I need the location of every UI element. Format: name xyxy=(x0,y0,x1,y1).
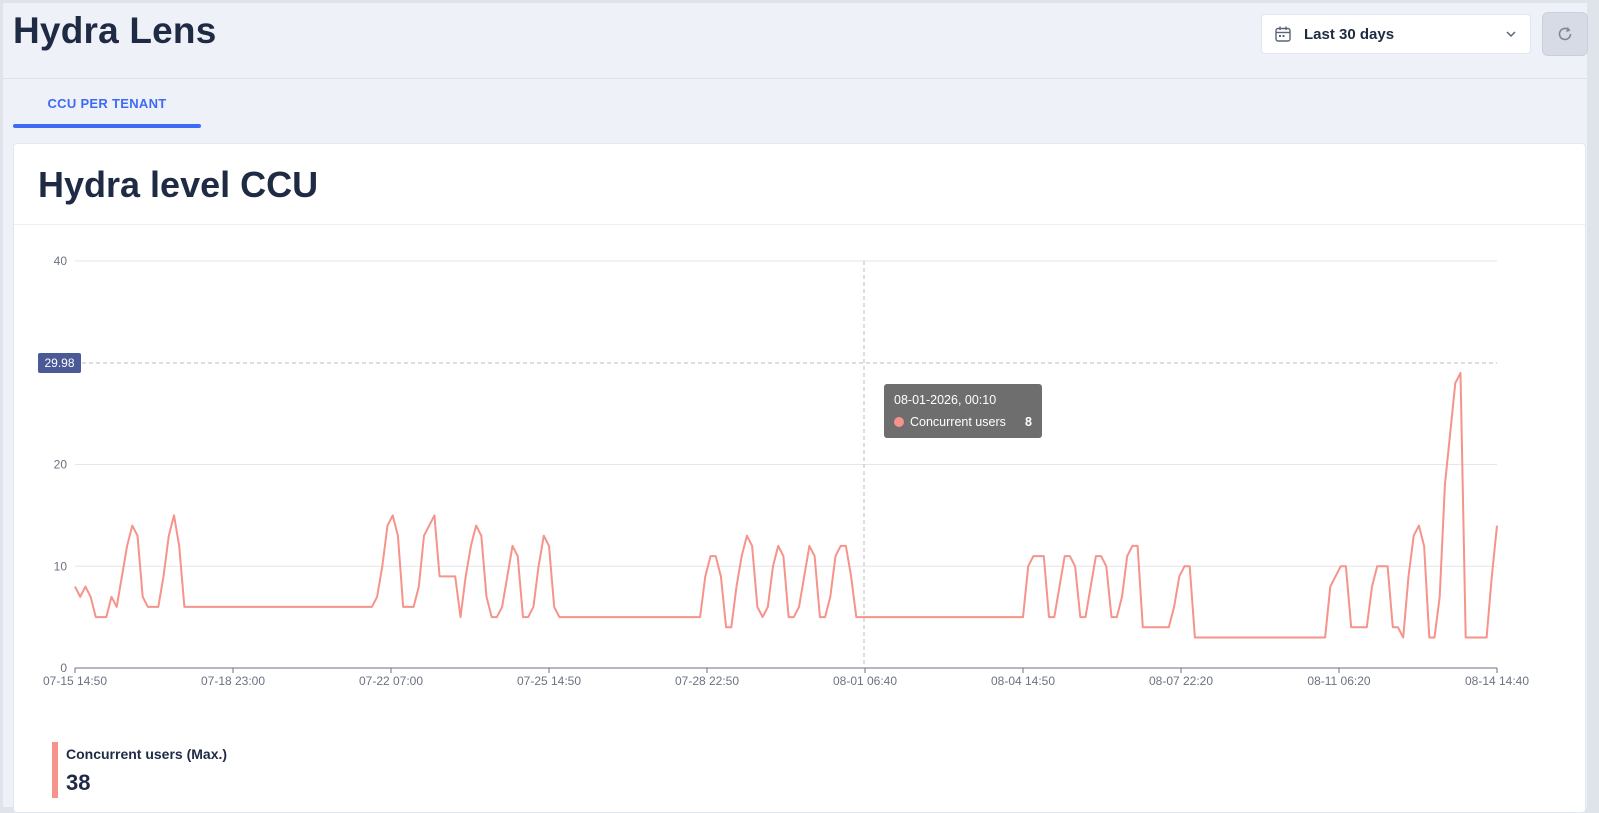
tooltip-time: 08-01-2026, 00:10 xyxy=(894,393,996,407)
x-tick-label: 08-14 14:40 xyxy=(1465,674,1529,688)
x-tick-label: 08-04 14:50 xyxy=(991,674,1055,688)
refresh-button[interactable] xyxy=(1542,12,1588,56)
app-title: Hydra Lens xyxy=(13,10,217,51)
refresh-icon xyxy=(1558,27,1572,41)
tooltip-series-name: Concurrent users xyxy=(910,415,1006,429)
chevron-down-icon xyxy=(1506,31,1516,38)
date-range-value: Last 30 days xyxy=(1304,25,1395,43)
legend-series-name: Concurrent users (Max.) xyxy=(66,746,228,762)
x-tick-label: 07-15 14:50 xyxy=(43,674,107,688)
y-tick-label: 40 xyxy=(54,254,68,268)
tab-active-indicator xyxy=(13,124,201,128)
legend: Concurrent users (Max.) 38 xyxy=(52,742,352,800)
date-range-picker[interactable]: Last 30 days xyxy=(1261,14,1531,54)
y-tick-label: 10 xyxy=(54,559,68,573)
x-tick-label: 08-01 06:40 xyxy=(833,674,897,688)
tab-label: CCU PER TENANT xyxy=(47,96,167,111)
reference-badge-label: 29.98 xyxy=(44,356,74,370)
ccu-card: Hydra level CCU 0 10 20 40 07-15 14:50 07-18 … xyxy=(13,143,1586,813)
x-tick-label: 07-25 14:50 xyxy=(517,674,581,688)
y-tick-label: 0 xyxy=(60,661,67,675)
x-tick-label: 07-28 22:50 xyxy=(675,674,739,688)
y-tick-label: 20 xyxy=(54,458,68,472)
series-line-concurrent-users[interactable] xyxy=(74,371,1498,639)
calendar-icon xyxy=(1275,26,1291,42)
tab-ccu-per-tenant[interactable]: CCU PER TENANT xyxy=(13,84,201,128)
legend-color-bar xyxy=(52,742,58,798)
x-tick-label: 07-22 07:00 xyxy=(359,674,423,688)
x-tick-label: 08-07 22:20 xyxy=(1149,674,1213,688)
tooltip-series-dot xyxy=(894,417,904,427)
tooltip-value: 8 xyxy=(1025,415,1032,429)
ccu-line-chart[interactable]: 0 10 20 40 07-15 14:50 07-18 23:00 07-22 07:00… xyxy=(14,144,1585,734)
x-tick-label: 08-11 06:20 xyxy=(1307,674,1370,688)
header-divider xyxy=(3,78,1587,79)
legend-max-value: 38 xyxy=(66,770,91,795)
x-tick-label: 07-18 23:00 xyxy=(201,674,265,688)
